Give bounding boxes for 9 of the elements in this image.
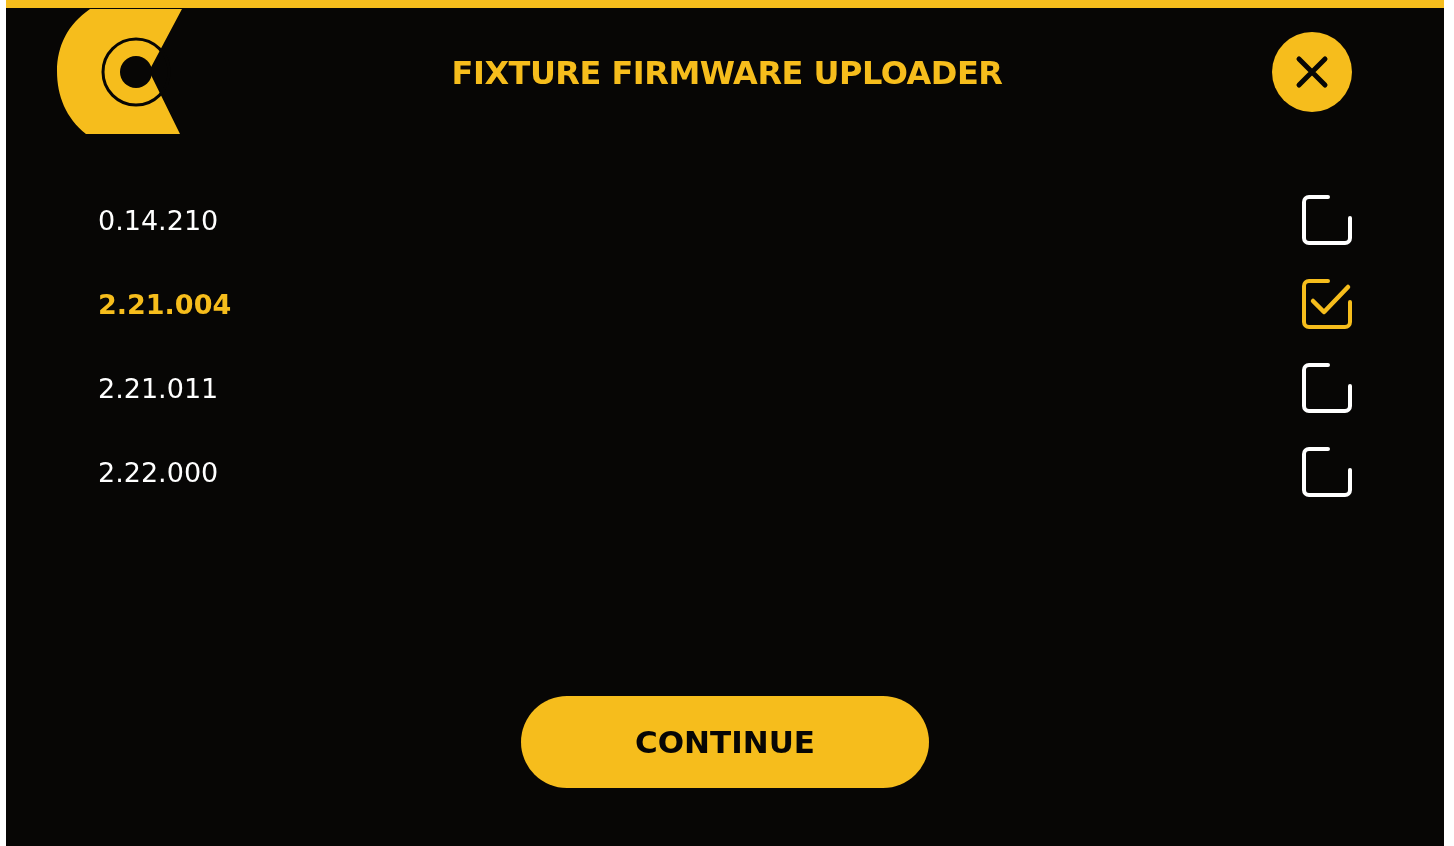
window-title: FIXTURE FIRMWARE UPLOADER — [450, 54, 1004, 92]
continue-button[interactable]: CONTINUE — [521, 696, 929, 788]
logo-icon — [56, 8, 182, 135]
close-icon — [1295, 55, 1329, 89]
version-label: 2.21.004 — [98, 288, 232, 320]
version-label: 2.21.011 — [98, 372, 219, 404]
version-label: 0.14.210 — [98, 204, 219, 236]
checkbox[interactable] — [1302, 279, 1352, 329]
version-label: 2.22.000 — [98, 456, 219, 488]
